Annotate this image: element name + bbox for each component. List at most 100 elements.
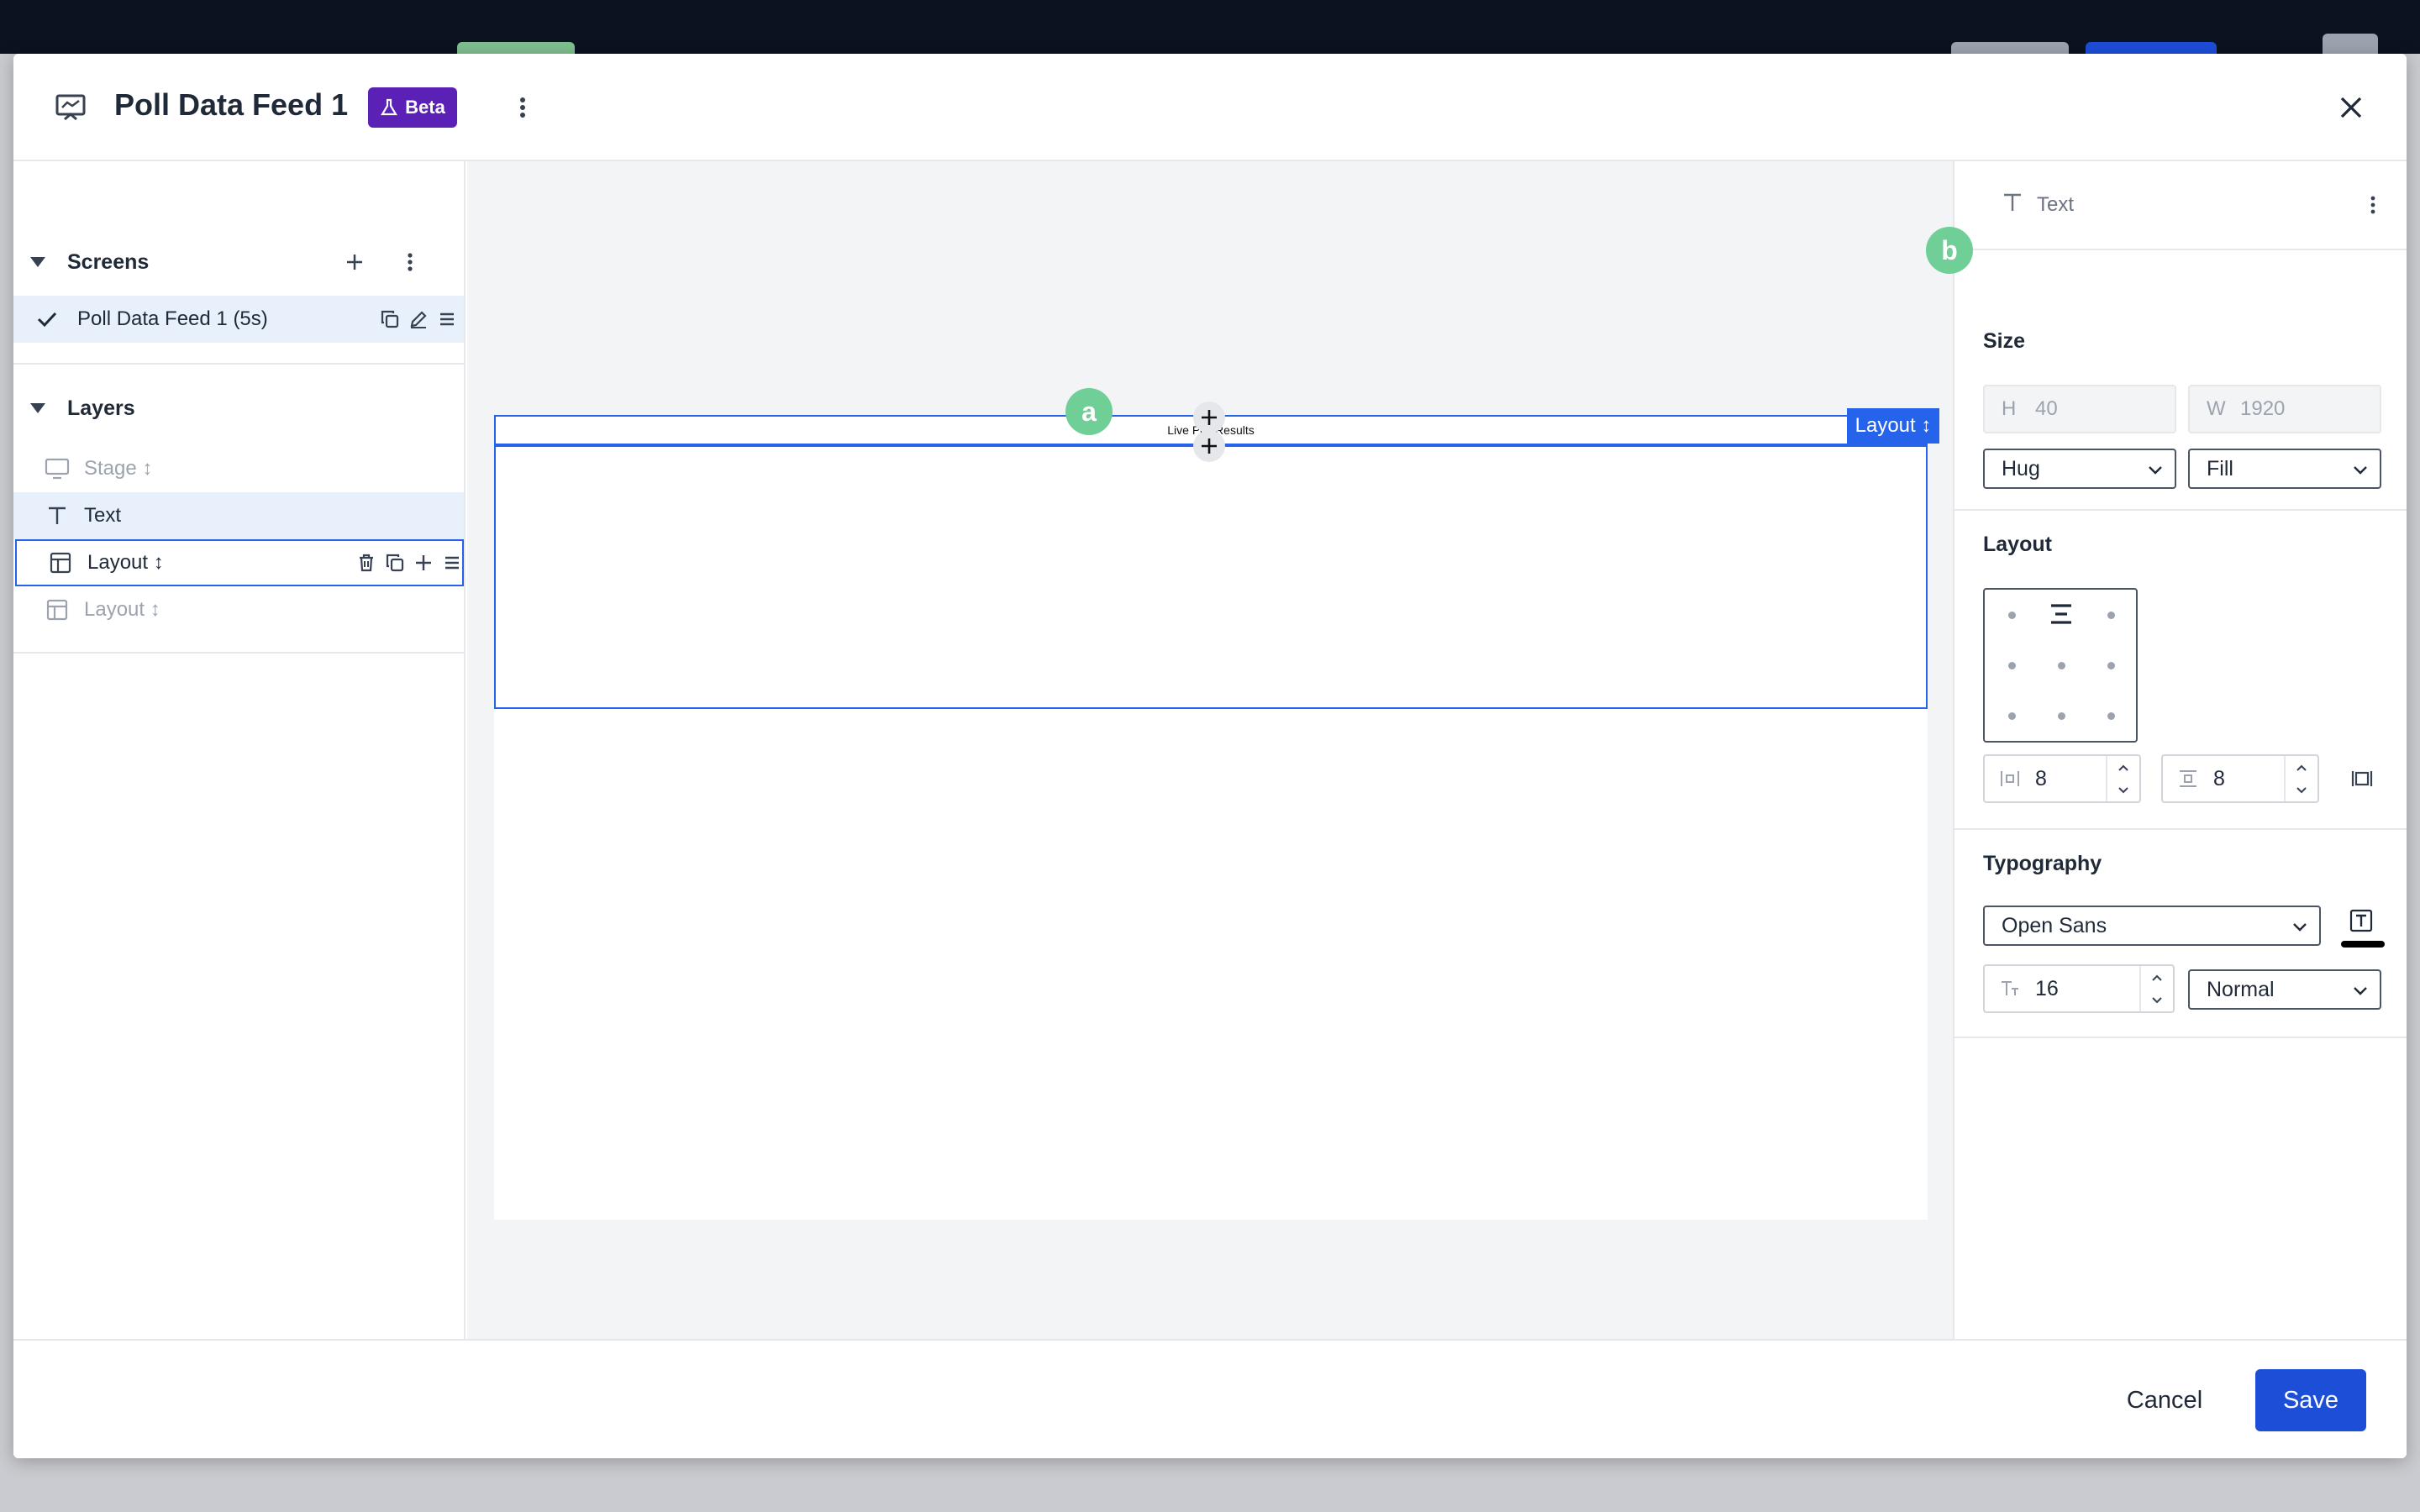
width-prefix: W (2207, 397, 2226, 420)
height-prefix: H (2002, 397, 2017, 420)
layout-selection-tag[interactable]: Layout ↕ (1847, 408, 1939, 444)
cancel-button[interactable]: Cancel (2114, 1369, 2215, 1431)
font-size-input[interactable]: 16 (1983, 964, 2175, 1013)
beta-badge-label: Beta (405, 97, 445, 118)
canvas-area[interactable]: Live Poll Results Layout ↕ a (467, 161, 1966, 1339)
height-mode-select[interactable]: Hug (1983, 449, 2176, 489)
alignment-grid[interactable] (1983, 588, 2138, 743)
decrement-icon[interactable] (2141, 989, 2173, 1011)
width-mode-select[interactable]: Fill (2188, 449, 2381, 489)
annotation-marker-a: a (1065, 388, 1113, 435)
background-app-bar (0, 0, 2420, 62)
duplicate-icon[interactable] (383, 551, 407, 575)
align-bottom-right[interactable] (2107, 712, 2115, 720)
add-icon[interactable] (412, 551, 435, 575)
font-family-value: Open Sans (2002, 913, 2107, 937)
layer-item-layout-selected[interactable]: Layout ↕ (15, 539, 464, 586)
decrement-icon[interactable] (2107, 779, 2139, 801)
drag-handle-icon[interactable] (440, 551, 464, 575)
stepper (2106, 756, 2139, 801)
decrement-icon[interactable] (2286, 779, 2317, 801)
inspector-element-type: Text (2037, 193, 2075, 216)
screen-item-label: Poll Data Feed 1 (5s) (77, 307, 268, 330)
layer-item-label: Stage ↕ (84, 457, 153, 480)
align-top-right[interactable] (2107, 612, 2115, 619)
layer-item-label: Text (84, 504, 122, 527)
stepper (2284, 756, 2317, 801)
layer-item-text[interactable]: Text (13, 492, 464, 539)
caret-down-icon[interactable] (27, 397, 49, 419)
section-divider (1954, 1037, 2407, 1038)
typography-heading: Typography (1983, 852, 2102, 875)
modal-header: Poll Data Feed 1 Beta (13, 54, 2407, 161)
insert-below-plus-icon[interactable] (1193, 430, 1225, 462)
increment-icon[interactable] (2141, 966, 2173, 989)
monitor-icon (44, 455, 71, 482)
vertical-gap-input[interactable]: 8 (2161, 754, 2319, 803)
duplicate-icon[interactable] (378, 307, 402, 331)
align-top-left[interactable] (2008, 612, 2016, 619)
height-field[interactable]: H 40 (1983, 385, 2176, 433)
text-color-swatch[interactable] (2341, 941, 2385, 948)
left-panel: Screens Poll Data Feed 1 (5s) Layers Sta… (13, 161, 466, 1339)
increment-icon[interactable] (2286, 756, 2317, 779)
align-middle-right[interactable] (2107, 662, 2115, 669)
insert-above-plus-icon[interactable] (1193, 402, 1225, 433)
align-middle-center[interactable] (2058, 662, 2065, 669)
width-value: 1920 (2240, 397, 2286, 420)
layer-item-tools (355, 551, 464, 575)
padding-toggle-icon[interactable] (2349, 766, 2375, 791)
chevron-down-icon (2149, 466, 2162, 475)
text-color-icon[interactable] (2344, 906, 2378, 936)
font-size-icon (1985, 979, 2035, 998)
panel-divider (13, 363, 464, 365)
stepper (2139, 966, 2173, 1011)
screens-more-icon[interactable] (395, 247, 425, 277)
add-screen-icon[interactable] (339, 247, 370, 277)
screens-section-header[interactable]: Screens (13, 237, 466, 287)
beta-badge: Beta (368, 87, 457, 128)
layout-icon (44, 596, 71, 623)
close-icon[interactable] (2334, 91, 2368, 124)
align-bottom-center[interactable] (2058, 712, 2065, 720)
horizontal-gap-input[interactable]: 8 (1983, 754, 2141, 803)
more-options-icon[interactable] (506, 91, 539, 124)
layers-section-header[interactable]: Layers (13, 383, 466, 433)
annotation-marker-b: b (1926, 227, 1973, 274)
caret-down-icon[interactable] (27, 251, 49, 273)
layout-icon (47, 549, 74, 576)
size-heading: Size (1983, 329, 2026, 353)
increment-icon[interactable] (2107, 756, 2139, 779)
width-field[interactable]: W 1920 (2188, 385, 2381, 433)
screen-item[interactable]: Poll Data Feed 1 (5s) (13, 296, 464, 343)
horizontal-gap-icon (1985, 769, 2035, 788)
layer-item-layout[interactable]: Layout ↕ (13, 586, 464, 633)
align-bottom-left[interactable] (2008, 712, 2016, 720)
drag-handle-icon[interactable] (435, 307, 459, 331)
chevron-down-icon (2293, 923, 2307, 932)
font-size-value: 16 (2035, 976, 2059, 1000)
panel-divider (13, 652, 464, 654)
vertical-gap-value: 8 (2213, 766, 2225, 790)
text-icon (2002, 192, 2028, 218)
layer-item-label: Layout ↕ (87, 551, 164, 574)
flask-icon (381, 98, 398, 116)
delete-icon[interactable] (355, 551, 378, 575)
inspector-panel: Text Size H 40 W 1920 Hug Fill Layout 8 … (1953, 161, 2407, 1339)
inspector-more-icon[interactable] (2360, 192, 2386, 218)
modal-footer: Cancel Save (13, 1339, 2407, 1458)
chevron-down-icon (2354, 466, 2367, 475)
layer-item-label: Layout ↕ (84, 598, 160, 621)
screen-editor-modal: Poll Data Feed 1 Beta Screens Poll Data … (13, 54, 2407, 1458)
edit-icon[interactable] (407, 307, 430, 331)
layer-item-stage[interactable]: Stage ↕ (13, 445, 464, 492)
text-icon (44, 502, 71, 529)
screen-item-tools (378, 307, 459, 331)
font-weight-select[interactable]: Normal (2188, 969, 2381, 1010)
save-button[interactable]: Save (2255, 1369, 2366, 1431)
align-middle-left[interactable] (2008, 662, 2016, 669)
font-family-select[interactable]: Open Sans (1983, 906, 2321, 946)
modal-title: Poll Data Feed 1 (114, 87, 349, 122)
check-icon (37, 312, 57, 328)
align-top-center-icon[interactable] (2049, 601, 2074, 627)
